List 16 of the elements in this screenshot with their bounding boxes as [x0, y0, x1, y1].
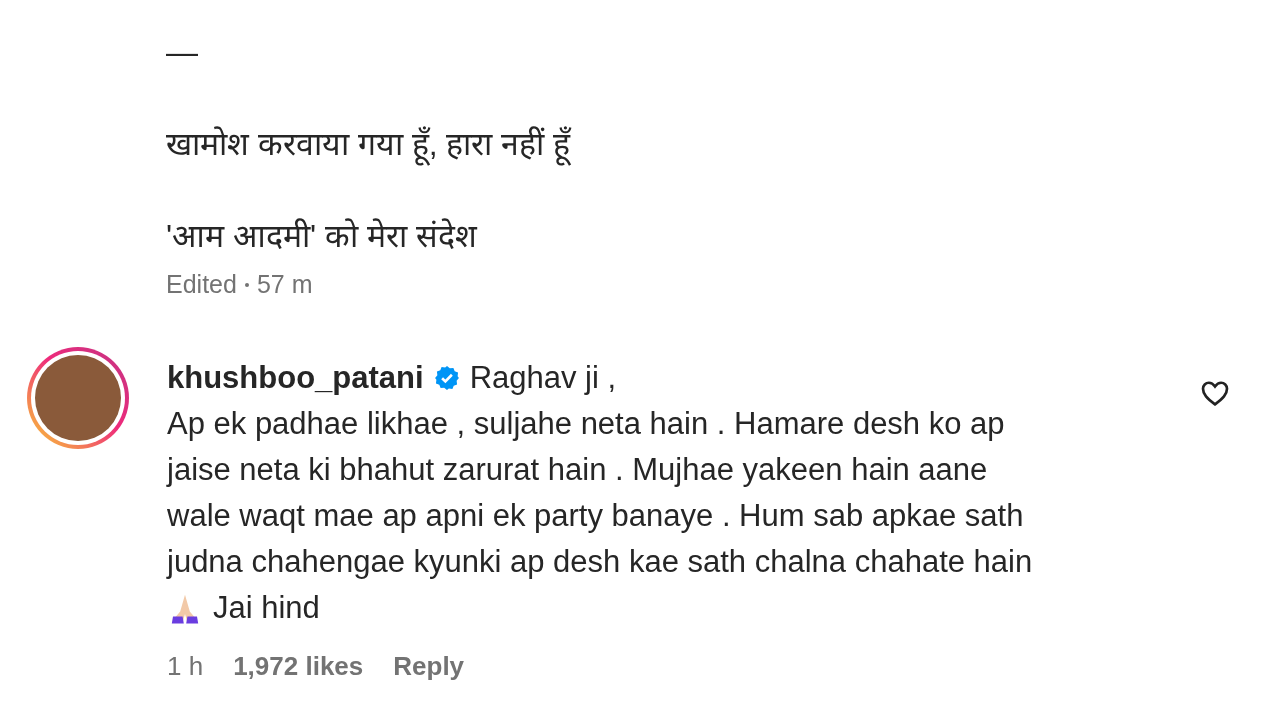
reply-link[interactable]: Reply — [393, 651, 465, 682]
comment-text-line: wale waqt mae ap apni ek party banaye . Hum sab apkae sath — [167, 498, 1024, 534]
separator-dot — [244, 282, 249, 287]
comment-text-line: jaise neta ki bhahut zarurat hain . Mujhae yakeen hain aane — [167, 452, 988, 488]
timestamp: 57 m — [256, 270, 313, 299]
caption-text: 'आम आदमी' को मेरा संदेश — [166, 217, 479, 256]
comment-text-line: judna chahengae kyunki ap desh kae sath chalna chahate hain — [167, 544, 1033, 580]
comment-text-line: Jai hind — [213, 590, 320, 626]
comment-text-line: Ap ek padhae likhae , suljahe neta hain . Hamare desh ko ap — [167, 406, 1005, 442]
edited-label: Edited — [166, 270, 237, 299]
comment-time: 1 h — [167, 651, 204, 682]
caption-dash: — — [166, 33, 199, 72]
caption-text: खामोश करवाया गया हूँ, हारा नहीं हूँ — [166, 122, 1280, 166]
likes-count-link[interactable]: 1,972 likes — [233, 651, 364, 682]
comment-text-line: Raghav ji , — [469, 360, 617, 396]
username[interactable]: khushboo_patani — [167, 360, 424, 396]
